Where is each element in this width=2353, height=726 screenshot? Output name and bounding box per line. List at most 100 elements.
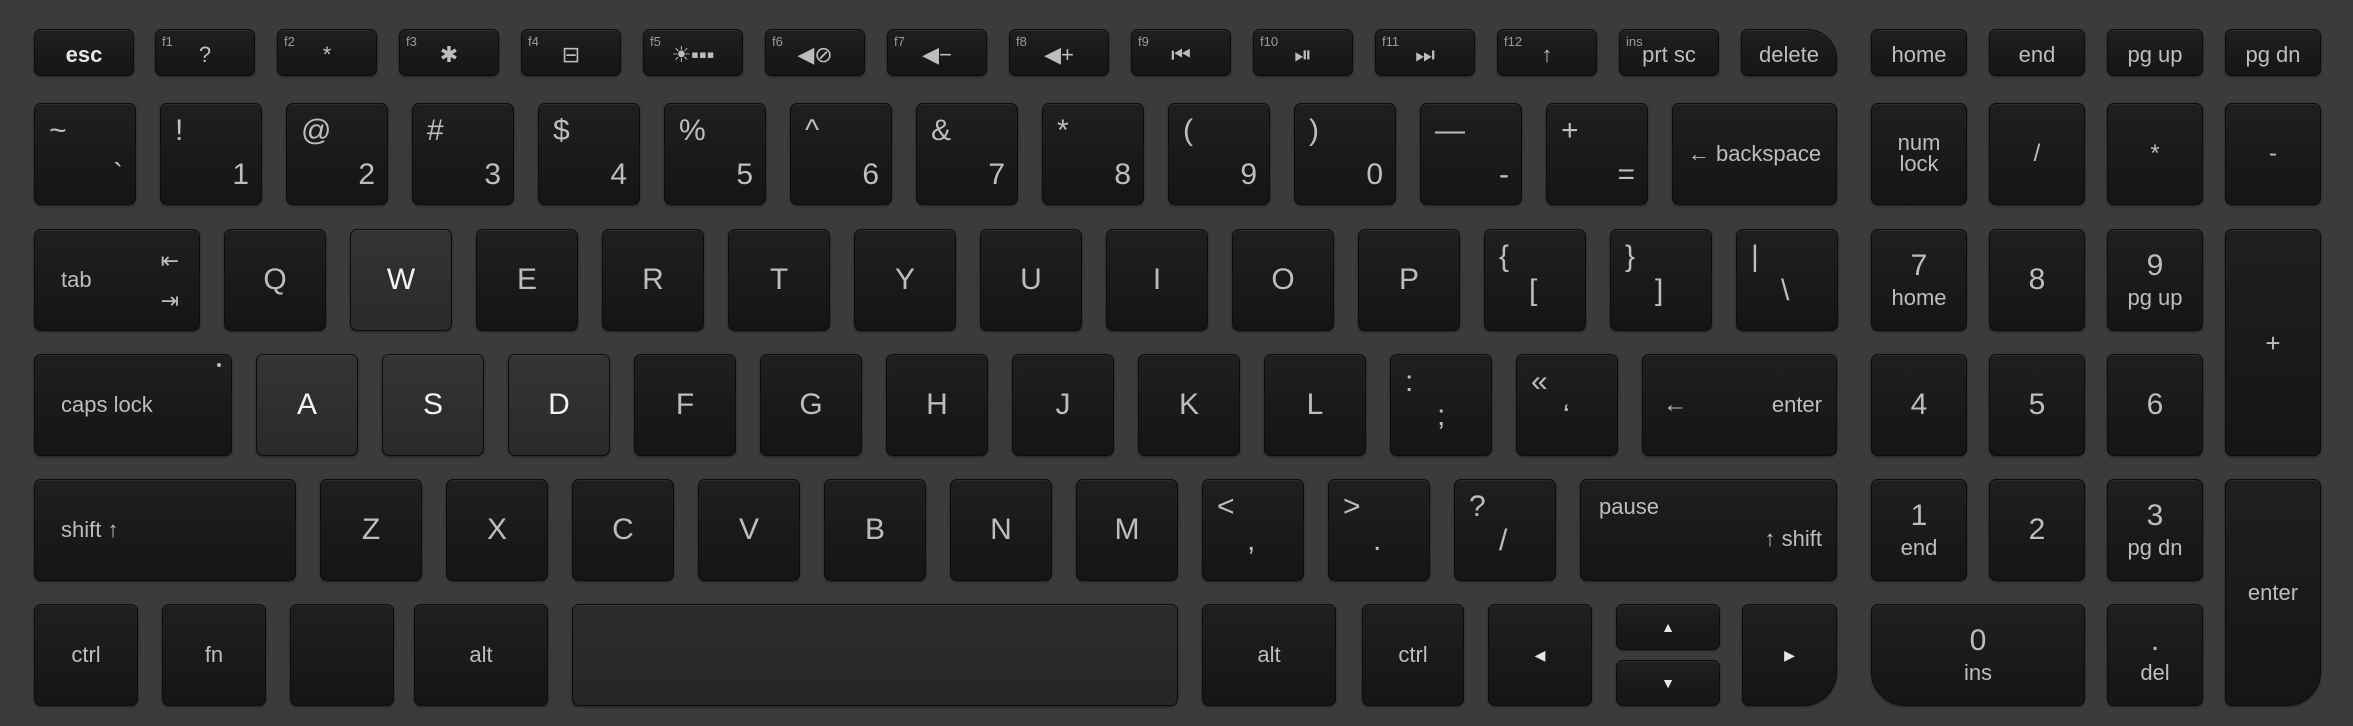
key-rbracket[interactable]: }]	[1610, 229, 1712, 331]
key-9[interactable]: (9	[1168, 103, 1270, 205]
key-pgup[interactable]: pg up	[2107, 29, 2203, 76]
key-f[interactable]: F	[634, 354, 736, 456]
numpad-slash-key[interactable]: /	[1989, 103, 2085, 205]
key-y[interactable]: Y	[854, 229, 956, 331]
fn-key[interactable]: fn	[162, 604, 266, 706]
right-alt-key[interactable]: alt	[1202, 604, 1336, 706]
key-n[interactable]: N	[950, 479, 1052, 581]
key-r[interactable]: R	[602, 229, 704, 331]
key-f4[interactable]: f4 ⊟	[521, 29, 621, 76]
key-f10[interactable]: f10 ⏯	[1253, 29, 1353, 76]
key-minus[interactable]: — -	[1420, 103, 1522, 205]
key-o[interactable]: O	[1232, 229, 1334, 331]
key-u[interactable]: U	[980, 229, 1082, 331]
caps-lock-key[interactable]: caps lock	[34, 354, 232, 456]
key-2[interactable]: @2	[286, 103, 388, 205]
space-bar[interactable]	[572, 604, 1178, 706]
key-quote[interactable]: «‘	[1516, 354, 1618, 456]
left-alt-key[interactable]: alt	[414, 604, 548, 706]
key-t[interactable]: T	[728, 229, 830, 331]
key-f3[interactable]: f3 ✱	[399, 29, 499, 76]
key-h[interactable]: H	[886, 354, 988, 456]
key-f11[interactable]: f11 ⏭	[1375, 29, 1475, 76]
key-3[interactable]: #3	[412, 103, 514, 205]
key-f6[interactable]: f6 ◀⊘	[765, 29, 865, 76]
numpad-star-key[interactable]: *	[2107, 103, 2203, 205]
numpad-5-key[interactable]: 5	[1989, 354, 2085, 456]
enter-key[interactable]: ← enter	[1642, 354, 1837, 456]
numpad-4-key[interactable]: 4	[1871, 354, 1967, 456]
key-ins-prtsc[interactable]: ins prt sc	[1619, 29, 1719, 76]
numpad-dot-key[interactable]: . del	[2107, 604, 2203, 706]
key-x[interactable]: X	[446, 479, 548, 581]
key-q[interactable]: Q	[224, 229, 326, 331]
key-esc[interactable]: esc	[34, 29, 134, 76]
key-j[interactable]: J	[1012, 354, 1114, 456]
key-7[interactable]: & 7	[916, 103, 1018, 205]
numpad-6-key[interactable]: 6	[2107, 354, 2203, 456]
arrow-left-key[interactable]: ◀	[1488, 604, 1592, 706]
key-f5[interactable]: f5 ☀▪▪▪	[643, 29, 743, 76]
key-semicolon[interactable]: :;	[1390, 354, 1492, 456]
key-f9[interactable]: f9 ⏮	[1131, 29, 1231, 76]
key-s[interactable]: S	[382, 354, 484, 456]
key-pgdn[interactable]: pg dn	[2225, 29, 2321, 76]
key-1[interactable]: ! 1	[160, 103, 262, 205]
numpad-3-key[interactable]: 3 pg dn	[2107, 479, 2203, 581]
key-k[interactable]: K	[1138, 354, 1240, 456]
key-d[interactable]: D	[508, 354, 610, 456]
left-ctrl-key[interactable]: ctrl	[34, 604, 138, 706]
arrow-up-key[interactable]: ▲	[1616, 604, 1720, 650]
num-lock-key[interactable]: num lock	[1871, 103, 1967, 205]
numpad-7-key[interactable]: 7 home	[1871, 229, 1967, 331]
key-i[interactable]: I	[1106, 229, 1208, 331]
key-f12[interactable]: f12 ↑	[1497, 29, 1597, 76]
left-shift-key[interactable]: shift ↑	[34, 479, 296, 581]
numpad-1-key[interactable]: 1 end	[1871, 479, 1967, 581]
key-e[interactable]: E	[476, 229, 578, 331]
numpad-9-key[interactable]: 9 pg up	[2107, 229, 2203, 331]
right-shift-key[interactable]: pause ↑ shift	[1580, 479, 1837, 581]
key-4[interactable]: $4	[538, 103, 640, 205]
key-f1[interactable]: f1?	[155, 29, 255, 76]
blank-key[interactable]	[290, 604, 394, 706]
numpad-2-key[interactable]: 2	[1989, 479, 2085, 581]
tab-key[interactable]: tab ⇤ ⇥	[34, 229, 200, 331]
key-f7[interactable]: f7 ◀−	[887, 29, 987, 76]
key-comma[interactable]: <,	[1202, 479, 1304, 581]
numpad-plus-key[interactable]: +	[2225, 229, 2321, 456]
key-home[interactable]: home	[1871, 29, 1967, 76]
key-equals[interactable]: + =	[1546, 103, 1648, 205]
key-5[interactable]: % 5	[664, 103, 766, 205]
key-6[interactable]: ^ 6	[790, 103, 892, 205]
numpad-0-key[interactable]: 0 ins	[1871, 604, 2085, 706]
key-0[interactable]: ) 0	[1294, 103, 1396, 205]
key-c[interactable]: C	[572, 479, 674, 581]
key-end[interactable]: end	[1989, 29, 2085, 76]
arrow-right-key[interactable]: ▶	[1742, 604, 1837, 706]
key-g[interactable]: G	[760, 354, 862, 456]
key-backslash[interactable]: | \	[1736, 229, 1838, 331]
key-period[interactable]: >.	[1328, 479, 1430, 581]
key-m[interactable]: M	[1076, 479, 1178, 581]
arrow-down-key[interactable]: ▼	[1616, 660, 1720, 706]
key-f2[interactable]: f2 *	[277, 29, 377, 76]
numpad-enter-key[interactable]: enter	[2225, 479, 2321, 706]
numpad-minus-key[interactable]: -	[2225, 103, 2321, 205]
key-v[interactable]: V	[698, 479, 800, 581]
numpad-8-key[interactable]: 8	[1989, 229, 2085, 331]
key-backtick[interactable]: ~ `	[34, 103, 136, 205]
key-w[interactable]: W	[350, 229, 452, 331]
right-ctrl-key[interactable]: ctrl	[1362, 604, 1464, 706]
key-lbracket[interactable]: {[	[1484, 229, 1586, 331]
key-b[interactable]: B	[824, 479, 926, 581]
key-delete[interactable]: delete	[1741, 29, 1837, 76]
key-f8[interactable]: f8 ◀+	[1009, 29, 1109, 76]
backspace-key[interactable]: ← backspace	[1672, 103, 1837, 205]
key-a[interactable]: A	[256, 354, 358, 456]
key-z[interactable]: Z	[320, 479, 422, 581]
key-p[interactable]: P	[1358, 229, 1460, 331]
key-slash[interactable]: ? /	[1454, 479, 1556, 581]
key-l[interactable]: L	[1264, 354, 1366, 456]
key-8[interactable]: * 8	[1042, 103, 1144, 205]
